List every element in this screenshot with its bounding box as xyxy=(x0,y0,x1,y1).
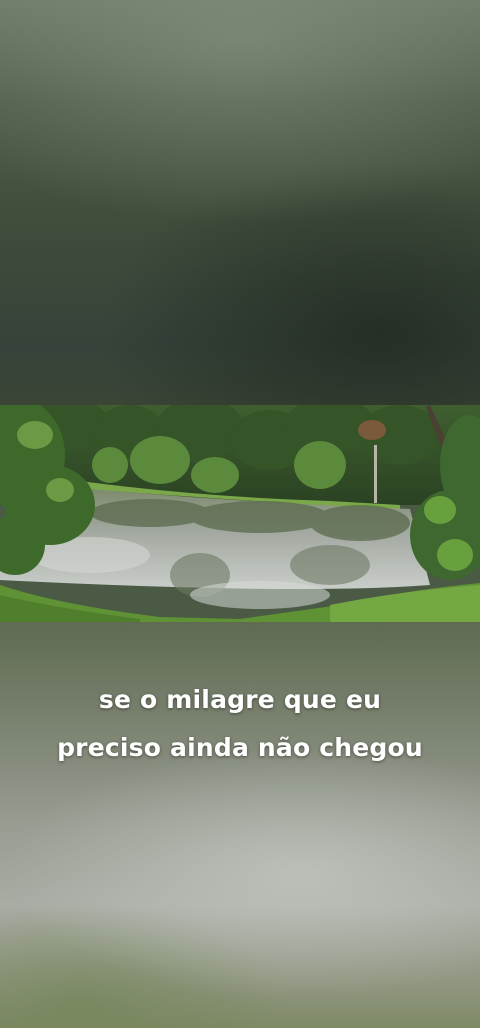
video-frame: se o milagre que eu preciso ainda não ch… xyxy=(0,0,480,1028)
caption-line-1: se o milagre que eu xyxy=(98,685,382,714)
caption-line-2: preciso ainda não chegou xyxy=(57,733,423,762)
caption-text: se o milagre que eu preciso ainda não ch… xyxy=(0,676,480,772)
blurred-background-top xyxy=(0,0,480,405)
pond-photo xyxy=(0,405,480,622)
